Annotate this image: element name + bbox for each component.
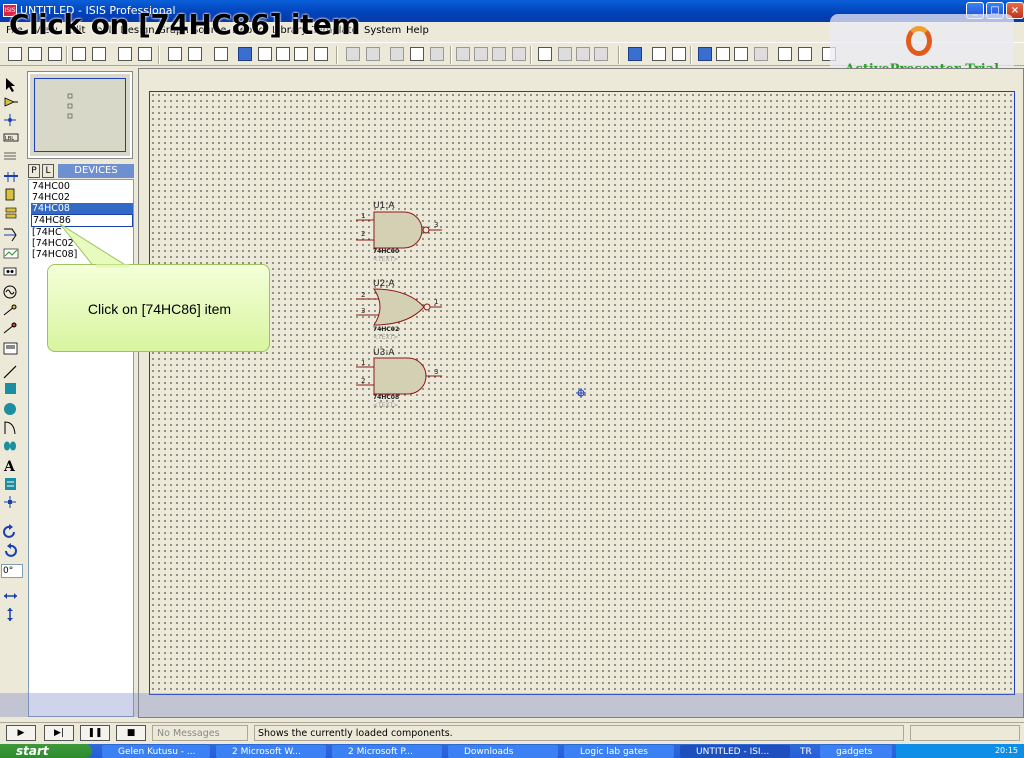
step-button[interactable]: ▶| <box>44 725 74 741</box>
u2-pin-label: 1 <box>434 298 439 306</box>
taskbar-item[interactable]: gadgets <box>820 745 892 758</box>
u1-refdes: U1:A <box>373 201 395 211</box>
stop-button[interactable]: ■ <box>116 725 146 741</box>
u1-pin-label: 3 <box>434 221 439 229</box>
callout-pointer-join <box>96 264 129 268</box>
u2-part-name: 74HC02 <box>373 326 400 333</box>
u1-text-placeholder: <TEXT> <box>373 256 399 263</box>
horizontal-scroll-region[interactable] <box>0 693 1024 717</box>
status-bar: ▶ ▶| ❚❚ ■ No Messages Shows the currentl… <box>0 722 1024 742</box>
u1-part-name: 74HC00 <box>373 248 400 255</box>
u3-refdes: U3:A <box>373 348 395 358</box>
gate-u1-nand <box>356 211 442 249</box>
u3-text-placeholder: <TEXT> <box>373 402 399 409</box>
u2-pin-label: 3 <box>361 307 366 315</box>
gate-u3-and <box>356 357 442 395</box>
u3-part-name: 74HC08 <box>373 394 400 401</box>
system-tray: 20:15 <box>896 744 1024 758</box>
messages-indicator[interactable]: No Messages <box>152 725 248 741</box>
u3-pin-label: 3 <box>434 368 439 376</box>
u2-text-placeholder: <TEXT> <box>373 334 399 341</box>
windows-taskbar: start Gelen Kutusu - ... 2 Microsoft W..… <box>0 744 1024 758</box>
u2-refdes: U2:A <box>373 279 395 289</box>
play-button[interactable]: ▶ <box>6 725 36 741</box>
taskbar-item[interactable]: 2 Microsoft P... <box>332 745 442 758</box>
u1-pin-label: 2 <box>361 230 366 238</box>
status-info-text: Shows the currently loaded components. <box>254 725 904 741</box>
taskbar-item[interactable]: Gelen Kutusu - ... <box>102 745 210 758</box>
gate-u2-nor <box>356 288 442 326</box>
origin-marker-icon <box>576 388 586 398</box>
start-button[interactable]: start <box>0 744 92 758</box>
u2-pin-label: 2 <box>361 291 366 299</box>
taskbar-item[interactable]: 2 Microsoft W... <box>216 745 326 758</box>
isis-window: ISIS UNTITLED - ISIS Professional _ □ × … <box>0 0 1024 758</box>
u1-pin-label: 1 <box>361 212 366 220</box>
u3-pin-label: 1 <box>361 359 366 367</box>
pause-button[interactable]: ❚❚ <box>80 725 110 741</box>
u3-pin-label: 2 <box>361 377 366 385</box>
taskbar-item[interactable]: Logic lab gates <box>564 745 674 758</box>
coordinate-display <box>910 725 1020 741</box>
taskbar-item[interactable]: Downloads <box>448 745 558 758</box>
taskbar-item-active[interactable]: UNTITLED - ISI... <box>680 745 790 758</box>
tray-clock[interactable]: 20:15 <box>995 746 1018 755</box>
